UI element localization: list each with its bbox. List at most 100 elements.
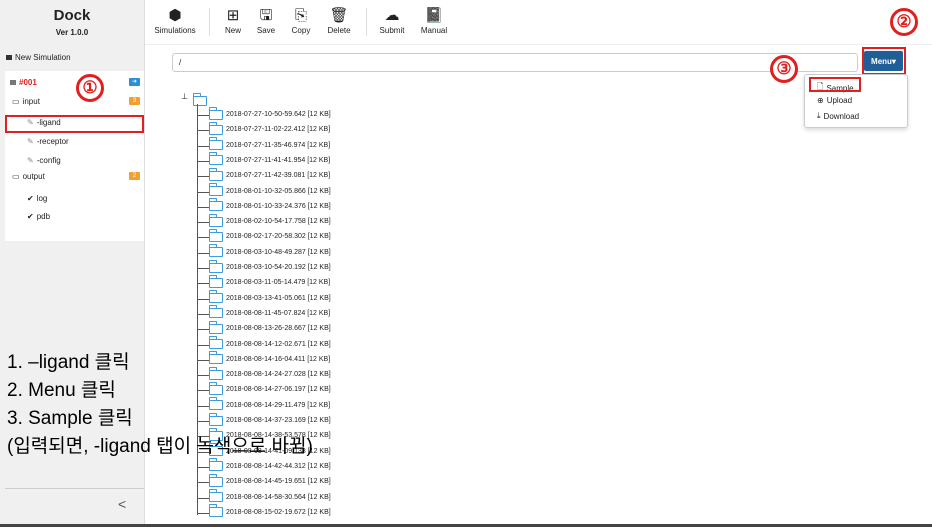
step-marker-3: ③ [770,55,798,83]
tree-connector [198,466,209,468]
download-menu-item[interactable]: ⤓ Download [817,111,859,121]
file-label: 2018-08-01-10-32-05.866 [12 KB] [226,187,331,195]
upload-icon: ⊕ [817,96,824,105]
plus-square-icon: ⊞ [226,7,240,24]
save-button[interactable]: 🖫 Save [253,7,279,36]
file-label: 2018-08-08-13-26-28.667 [12 KB] [226,325,331,333]
file-row[interactable]: 2018-08-03-13-41-05.061 [12 KB] [209,290,331,306]
log-item[interactable]: ✔ log [27,194,47,203]
file-row[interactable]: 2018-08-08-14-42-44.312 [12 KB] [209,458,331,474]
upload-menu-item[interactable]: ⊕ Upload [817,96,852,105]
delete-label: Delete [327,26,351,35]
log-label: log [36,194,48,203]
file-row[interactable]: 2018-08-03-10-48-49.287 [12 KB] [209,244,331,260]
tree-connector [198,145,209,147]
sim-item[interactable]: #001 [10,78,37,87]
app-version: Ver 1.0.0 [55,28,89,37]
app-title: Dock [53,7,91,24]
file-row[interactable]: 2018-07-27-11-41-41.954 [12 KB] [209,152,330,168]
folder-icon [209,305,223,319]
input-count-badge: 3 [129,97,140,105]
simulations-button[interactable]: ⬢ Simulations [153,7,197,36]
folder-icon [209,320,223,334]
file-row[interactable]: 2018-08-08-14-58-30.564 [12 KB] [209,489,331,505]
file-row[interactable]: 2018-08-08-11-45-07.824 [12 KB] [209,305,331,321]
file-row[interactable]: 2018-08-08-15-02-19.672 [12 KB] [209,504,331,520]
divider [145,44,932,45]
file-row[interactable]: 2018-08-08-13-26-28.667 [12 KB] [209,320,331,336]
file-label: 2018-07-27-10-50-59.642 [12 KB] [226,111,331,118]
file-row[interactable]: 2018-08-02-10-54-17.758 [12 KB] [209,213,331,229]
sim-id: #001 [19,78,37,87]
step-marker-2: ② [890,8,918,36]
config-item[interactable]: ✎ -config [27,156,61,165]
manual-button[interactable]: 📓 Manual [417,8,451,36]
file-label: 2018-08-08-11-45-07.824 [12 KB] [226,309,331,317]
file-row[interactable]: 2018-08-03-11-05-14.479 [12 KB] [209,274,331,290]
save-label: Save [256,26,276,35]
file-row[interactable]: 2018-08-08-14-45-19.651 [12 KB] [209,473,331,489]
folder-icon [209,198,223,212]
folder-icon [209,458,223,472]
tree-connector [198,482,209,484]
tree-connector [198,237,209,239]
folder-icon [209,259,223,273]
pdb-item[interactable]: ✔ pdb [27,212,50,221]
tree-connector [198,329,209,331]
instruction-text: 1. –ligand 클릭 2. Menu 클릭 3. Sample 클릭 (입… [7,352,313,457]
tree-connector [198,115,209,116]
submit-button[interactable]: ☁ Submit [377,7,407,36]
delete-button[interactable]: 🗑 Delete [324,7,354,36]
new-simulation-item[interactable]: New Simulation [6,53,71,62]
divider [366,8,367,36]
submit-label: Submit [379,26,405,35]
file-label: 2018-08-03-11-05-14.479 [12 KB] [226,279,331,287]
simulation-tree: #001 ➜ ▭ input 3 ✎ -ligand ✎ -receptor ✎… [5,71,144,241]
divider [5,488,144,489]
copy-button[interactable]: ⎘ Copy [288,8,314,36]
highlight-box-menu [862,47,906,75]
folder-icon [209,290,223,304]
file-row[interactable]: 2018-08-02-17-20-58.302 [12 KB] [209,228,331,244]
input-folder[interactable]: ▭ input [12,97,40,106]
cubes-icon: ⬢ [168,7,182,24]
path-input[interactable]: / [172,53,858,72]
check-icon: ✔ [27,212,34,221]
download-label: Download [823,111,860,121]
folder-icon [209,489,223,502]
tree-connector [198,160,209,162]
tree-root-toggle[interactable]: ⊥ [181,92,188,101]
file-row[interactable]: 2018-08-01-10-33-24.376 [12 KB] [209,198,331,214]
file-row[interactable]: 2018-07-27-11-35-46.974 [12 KB] [209,137,330,153]
folder-icon [209,228,223,242]
file-label: 2018-08-02-10-54-17.758 [12 KB] [226,218,331,226]
tree-connector [198,298,209,300]
file-label: 2018-07-27-11-42-39.081 [12 KB] [226,172,331,180]
cloud-upload-icon: ☁ [384,7,400,24]
file-row[interactable]: 2018-07-27-10-50-59.642 [12 KB] [209,106,331,122]
tree-connector [198,313,209,315]
output-count-badge: 2 [129,172,140,180]
folder-icon [209,244,223,258]
root-folder-icon[interactable] [193,93,207,106]
copy-label: Copy [291,26,311,35]
floppy-icon: 🖫 [259,7,273,24]
folder-icon [209,121,223,135]
arrow-right-icon[interactable]: ➜ [129,78,140,86]
collapse-button[interactable]: < [118,496,126,512]
output-folder[interactable]: ▭ output [12,172,45,181]
folder-icon [209,152,223,166]
file-row[interactable]: 2018-08-03-10-54-20.192 [12 KB] [209,259,331,275]
tree-connector [198,344,209,346]
new-label: New [224,26,241,35]
pdb-label: pdb [36,212,51,221]
new-button[interactable]: ⊞ New [220,7,246,36]
simulations-label: Simulations [154,26,196,35]
file-row[interactable]: 2018-07-27-11-42-39.081 [12 KB] [209,167,331,183]
file-row[interactable]: 2018-08-01-10-32-05.866 [12 KB] [209,183,331,199]
receptor-item[interactable]: ✎ -receptor [27,137,69,146]
trash-icon: 🗑 [329,7,349,24]
folder-icon [209,213,223,227]
file-row[interactable]: 2018-07-27-11-02-22.412 [12 KB] [209,121,331,137]
file-label: 2018-07-27-11-02-22.412 [12 KB] [226,126,331,134]
